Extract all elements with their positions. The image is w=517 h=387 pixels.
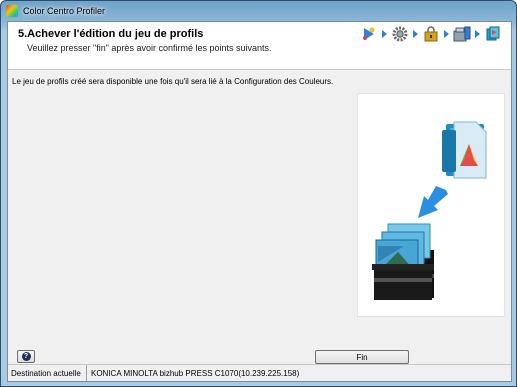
profile-illustration xyxy=(357,93,505,317)
profile-file-icon xyxy=(442,121,487,179)
step-arrow-icon xyxy=(382,30,387,38)
step-start-icon xyxy=(359,24,379,44)
step-arrow-icon xyxy=(475,30,480,38)
status-label: Destination actuelle xyxy=(8,365,87,381)
help-button[interactable]: ? xyxy=(17,350,35,363)
app-icon xyxy=(6,5,18,17)
step-lock-icon xyxy=(421,24,441,44)
info-text: Le jeu de profils créé sera disponible u… xyxy=(12,77,334,86)
help-icon: ? xyxy=(21,352,31,361)
window-frame: Color Centro Profiler 5.Achever l'éditio… xyxy=(0,0,517,387)
status-destination: KONICA MINOLTA bizhub PRESS C1070(10.239… xyxy=(91,368,300,378)
step-arrow-icon xyxy=(413,30,418,38)
page-subtitle: Veuillez presser "fin" après avoir confi… xyxy=(27,43,272,53)
page-title: 5.Achever l'édition du jeu de profils xyxy=(18,28,204,40)
wizard-panel: 5.Achever l'édition du jeu de profils Ve… xyxy=(7,21,512,382)
wizard-step-indicator xyxy=(359,24,503,44)
finish-button[interactable]: Fin xyxy=(315,350,409,364)
arrow-down-left-icon xyxy=(418,186,448,218)
step-arrow-icon xyxy=(444,30,449,38)
step-device-icon xyxy=(452,24,472,44)
step-finish-icon xyxy=(483,24,503,44)
title-bar[interactable]: Color Centro Profiler xyxy=(1,1,517,21)
profile-set-box-icon xyxy=(372,223,434,300)
window-title: Color Centro Profiler xyxy=(23,6,106,16)
step-header: 5.Achever l'édition du jeu de profils Ve… xyxy=(8,22,511,70)
status-bar: Destination actuelle KONICA MINOLTA bizh… xyxy=(8,364,511,381)
step-settings-icon xyxy=(390,24,410,44)
